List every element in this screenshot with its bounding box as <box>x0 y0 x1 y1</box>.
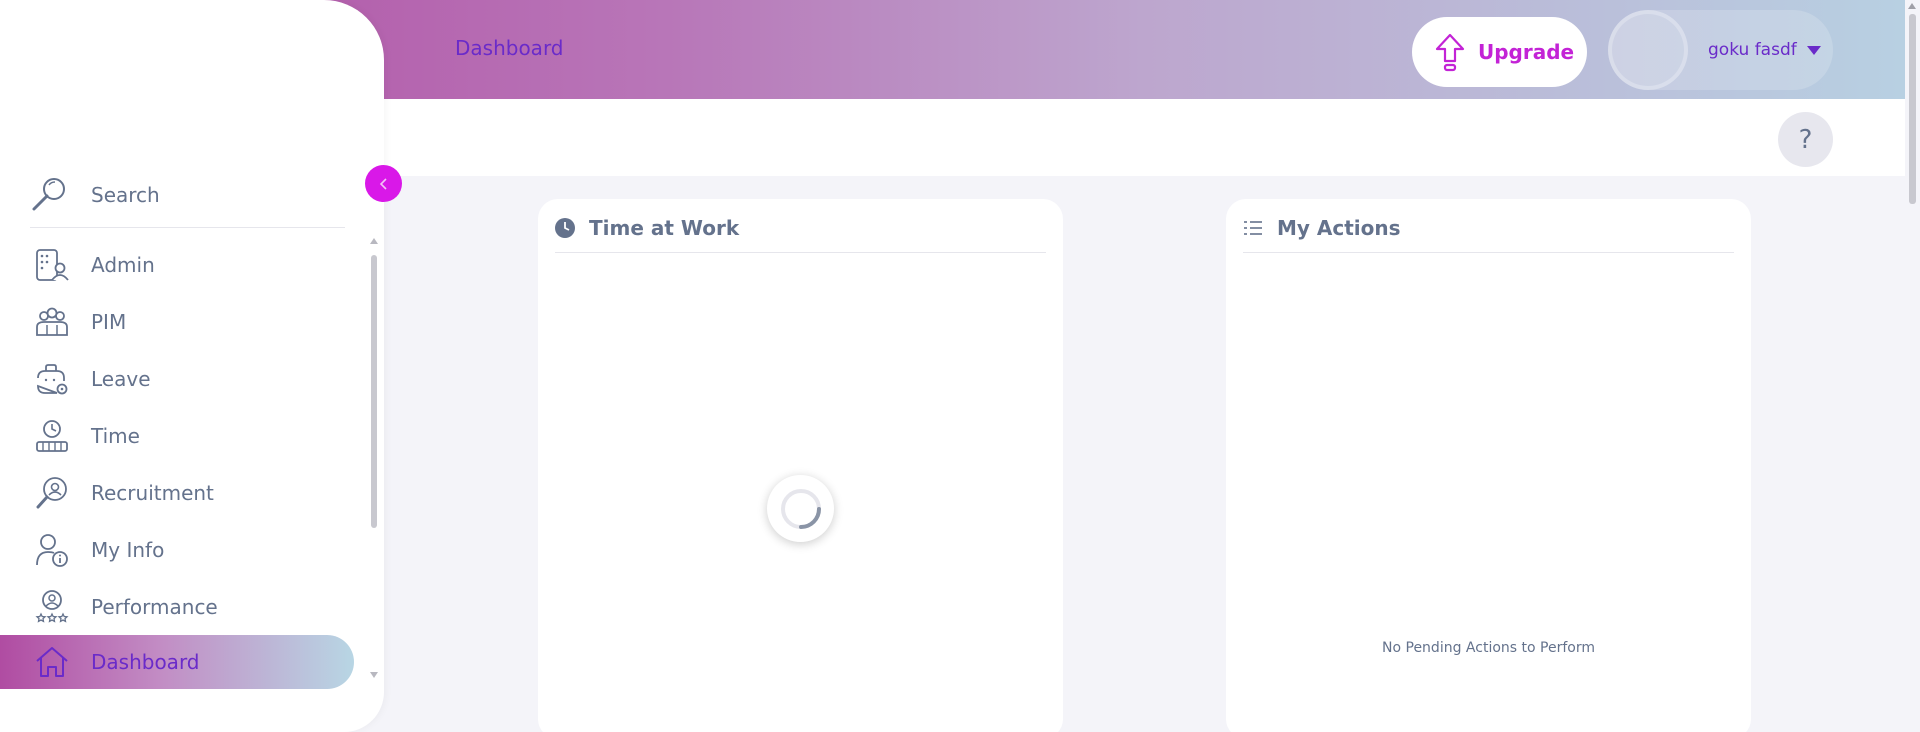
sidebar-collapse-button[interactable] <box>365 165 402 202</box>
sidebar-item-label: Time <box>91 423 140 448</box>
sidebar-item-label: My Info <box>91 537 165 562</box>
sidebar-item-recruitment[interactable]: Recruitment <box>0 464 365 521</box>
empty-state-text: No Pending Actions to Perform <box>1382 640 1595 656</box>
upgrade-label: Upgrade <box>1478 40 1575 64</box>
dashboard-icon <box>36 647 68 677</box>
sidebar-search <box>30 163 345 228</box>
scroll-down-arrow-icon[interactable] <box>370 672 378 678</box>
sidebar-item-label: Leave <box>91 366 151 391</box>
sidebar-item-dashboard[interactable]: Dashboard <box>0 635 354 689</box>
avatar[interactable] <box>1608 10 1688 90</box>
sidebar-item-label: Performance <box>91 594 218 619</box>
my-actions-card: My Actions No Pending Actions to Perform <box>1226 199 1751 732</box>
performance-icon <box>35 589 69 623</box>
spinner-icon <box>780 488 821 529</box>
loading-spinner <box>767 475 834 542</box>
page-scrollbar[interactable] <box>1905 0 1920 732</box>
card-header: My Actions <box>1243 216 1734 253</box>
upgrade-button[interactable]: Upgrade <box>1412 17 1587 87</box>
user-name: goku fasdf <box>1708 40 1797 60</box>
scroll-up-arrow-icon[interactable] <box>1908 3 1916 9</box>
sidebar-item-leave[interactable]: Leave <box>0 350 365 407</box>
search-icon <box>32 178 65 211</box>
my-info-icon <box>36 533 68 567</box>
sidebar-menu: Admin PIM Leave Time Recruitment My Info… <box>0 236 365 689</box>
sidebar-item-my-info[interactable]: My Info <box>0 521 365 578</box>
recruitment-icon <box>36 476 67 508</box>
sidebar-scrollbar[interactable] <box>370 238 378 678</box>
upgrade-arrow-icon <box>1435 33 1465 72</box>
scrollbar-thumb[interactable] <box>1909 14 1916 204</box>
breadcrumb: Dashboard <box>455 36 564 60</box>
pim-icon <box>36 307 68 336</box>
sidebar-item-time[interactable]: Time <box>0 407 365 464</box>
scrollbar-thumb[interactable] <box>371 255 377 528</box>
leave-icon <box>37 363 68 394</box>
sidebar-item-label: PIM <box>91 309 127 334</box>
scroll-up-arrow-icon[interactable] <box>370 238 378 244</box>
sidebar-item-label: Admin <box>91 252 155 277</box>
sidebar-item-label: Dashboard <box>91 650 200 674</box>
time-at-work-card: Time at Work <box>538 199 1063 732</box>
search-input[interactable] <box>91 183 311 207</box>
time-icon <box>36 419 68 452</box>
list-icon <box>1244 221 1262 235</box>
sidebar: Admin PIM Leave <box>0 0 384 732</box>
sidebar-item-performance[interactable]: Performance <box>0 578 365 635</box>
card-header: Time at Work <box>555 216 1046 253</box>
sidebar-item-pim[interactable]: PIM <box>0 293 365 350</box>
chevron-left-icon <box>379 177 387 190</box>
card-title: Time at Work <box>589 216 740 240</box>
sidebar-item-label: Recruitment <box>91 480 214 505</box>
admin-icon <box>36 248 69 281</box>
caret-down-icon <box>1806 45 1821 55</box>
clock-icon <box>555 218 575 238</box>
help-button[interactable]: ? <box>1778 112 1833 167</box>
card-title: My Actions <box>1277 216 1401 240</box>
user-dropdown[interactable]: goku fasdf <box>1608 10 1833 90</box>
sidebar-item-admin[interactable]: Admin <box>0 236 365 293</box>
